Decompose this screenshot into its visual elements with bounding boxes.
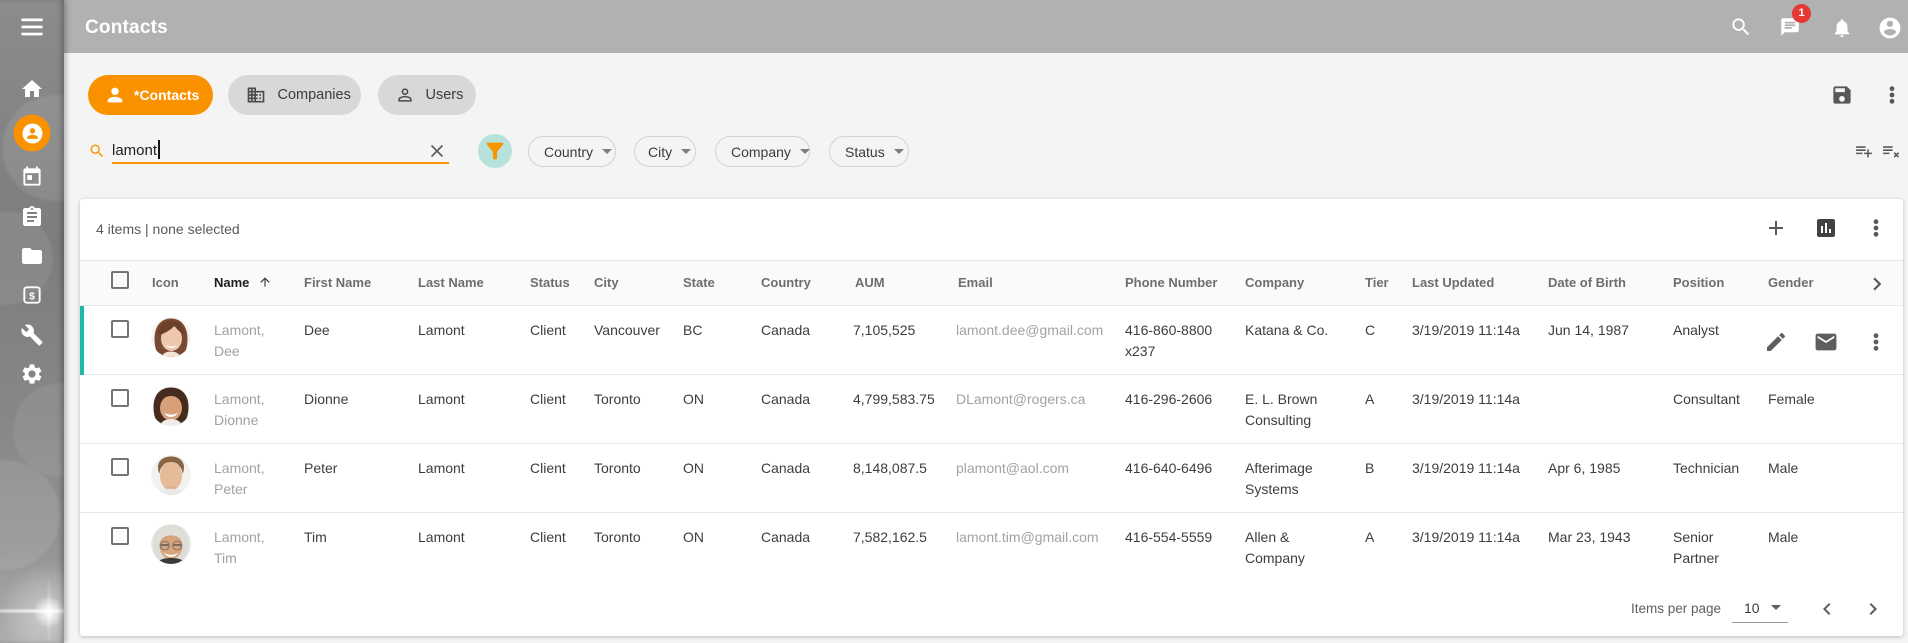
svg-text:$: $: [29, 290, 35, 302]
